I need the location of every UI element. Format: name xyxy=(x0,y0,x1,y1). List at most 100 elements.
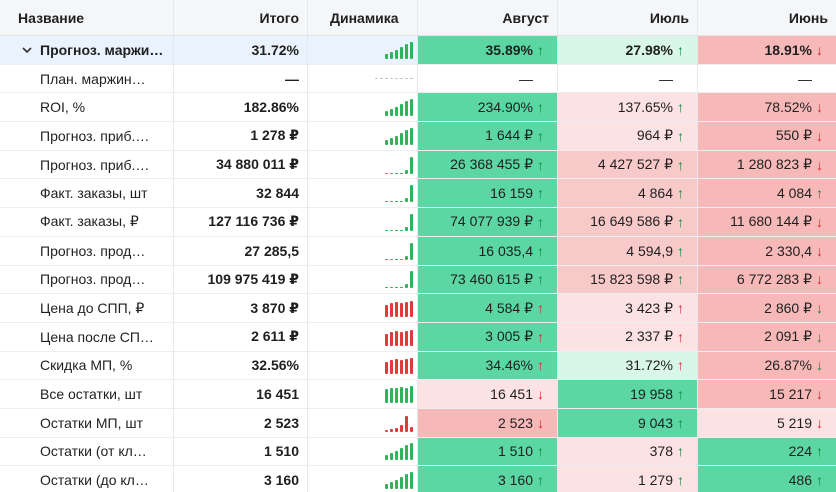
sparkline-bar xyxy=(395,135,398,145)
table-row[interactable]: ROI, % 182.86% 234.90% ↑ 137.65% ↑ 78.52% ↓ xyxy=(0,93,836,123)
row-month-cell: 15 823 598 ₽ ↑ xyxy=(558,265,698,294)
sparkline-bar xyxy=(390,428,393,432)
arrow-up-icon: ↑ xyxy=(537,300,544,317)
sparkline-bar xyxy=(405,43,408,59)
table-row[interactable]: Все остатки, шт 16 451 16 451 ↓ 19 958 ↑ 15 21… xyxy=(0,380,836,409)
table-row[interactable]: Остатки (до кл… 3 160 3 160 ↑ 1 279 ↑ 486 ↑ xyxy=(0,466,836,492)
sparkline-bar xyxy=(395,427,398,432)
arrow-up-icon: ↑ xyxy=(677,386,684,403)
row-month-cell: 16 159 ↑ xyxy=(418,179,558,208)
arrow-down-icon: ↓ xyxy=(816,242,823,259)
column-header-july[interactable]: Июль xyxy=(558,0,698,35)
table-row[interactable]: Скидка МП, % 32.56% 34.46% ↑ 31.72% ↑ 26.87% ↓ xyxy=(0,351,836,381)
column-header-name[interactable]: Название xyxy=(0,0,174,35)
cell-value: 16 159 xyxy=(490,185,533,202)
row-dynamics-cell xyxy=(308,380,418,408)
column-header-dynamics[interactable]: Динамика xyxy=(308,0,418,35)
row-month-cell: 27.98% ↑ xyxy=(558,36,698,64)
sparkline-bar xyxy=(400,201,403,203)
sparkline-bar xyxy=(410,242,413,260)
sparkline-bar xyxy=(405,388,408,404)
row-month-cell: 137.65% ↑ xyxy=(558,93,698,122)
cell-value: 2 337 ₽ xyxy=(625,328,673,345)
sparkline-bar xyxy=(385,429,388,432)
arrow-down-icon: ↓ xyxy=(537,414,544,431)
cell-value: 18.91% xyxy=(764,41,812,58)
table-row[interactable]: Прогноз. маржи… 31.72% 35.89% ↑ 27.98% ↑ 18.91… xyxy=(0,36,836,65)
arrow-down-icon: ↓ xyxy=(816,213,823,230)
row-name-cell: Все остатки, шт xyxy=(0,380,174,408)
sparkline xyxy=(385,41,413,59)
sparkline-bar xyxy=(390,258,393,260)
row-name-cell: Скидка МП, % xyxy=(0,351,174,380)
row-month-cell: 2 523 ↓ xyxy=(418,408,558,437)
row-month-cell: 234.90% ↑ xyxy=(418,93,558,122)
chevron-down-icon[interactable] xyxy=(20,43,34,57)
table-row[interactable]: Остатки МП, шт 2 523 2 523 ↓ 9 043 ↑ 5 219 ↓ xyxy=(0,408,836,438)
sparkline-bar xyxy=(400,46,403,59)
sparkline-bar xyxy=(385,287,388,289)
row-month-cell: 34.46% ↑ xyxy=(418,351,558,380)
sparkline xyxy=(385,242,413,260)
cell-value: 15 217 xyxy=(769,386,812,403)
row-month-cell: 78.52% ↓ xyxy=(698,93,836,122)
row-dynamics-cell xyxy=(308,179,418,208)
arrow-up-icon: ↑ xyxy=(537,242,544,259)
arrow-down-icon: ↓ xyxy=(816,41,823,58)
column-header-june[interactable]: Июнь xyxy=(698,0,836,35)
row-total-cell: 32 844 xyxy=(174,179,308,208)
table-row[interactable]: Прогноз. прод… 27 285,5 16 035,4 ↑ 4 594,9 ↑ 2… xyxy=(0,236,836,266)
sparkline-bar xyxy=(390,229,393,231)
arrow-up-icon: ↑ xyxy=(537,328,544,345)
row-name-label: Все остатки, шт xyxy=(40,386,143,403)
cell-value: 964 ₽ xyxy=(636,127,673,144)
table-row[interactable]: Цена до СПП, ₽3 870 ₽4 584 ₽ ↑ 3 423 ₽ ↑ 2 8… xyxy=(0,294,836,323)
arrow-up-icon: ↑ xyxy=(677,472,684,489)
arrow-down-icon: ↓ xyxy=(816,357,823,374)
row-month-cell: 74 077 939 ₽ ↑ xyxy=(418,208,558,236)
sparkline-bar xyxy=(405,474,408,490)
cell-value: 19 958 xyxy=(630,386,673,403)
cell-value: 27.98% xyxy=(625,41,673,58)
row-name-label: Прогноз. приб.… xyxy=(40,156,150,173)
row-month-cell: 2 337 ₽ ↑ xyxy=(558,322,698,351)
row-dynamics-cell xyxy=(308,408,418,437)
table-row[interactable]: Факт. заказы, ₽ 127 116 736 ₽ 74 077 939 ₽… xyxy=(0,208,836,237)
row-dynamics-cell xyxy=(308,208,418,236)
sparkline-bar xyxy=(405,129,408,145)
row-total-cell: 3 160 xyxy=(174,466,308,492)
table-row[interactable]: Прогноз. приб.… 1 278 ₽1 644 ₽ ↑ 964 ₽ ↑ 550 … xyxy=(0,122,836,151)
table-row[interactable]: Факт. заказы, шт 32 844 16 159 ↑ 4 864 ↑ 4 084… xyxy=(0,179,836,209)
table-row[interactable]: Остатки (от кл… 1 510 1 510 ↑ 378 ↑ 224 ↑ xyxy=(0,437,836,467)
sparkline-bar xyxy=(385,258,388,260)
cell-value: 2 523 xyxy=(497,414,533,431)
sparkline-bar xyxy=(390,109,393,117)
row-month-cell: 19 958 ↑ xyxy=(558,380,698,408)
cell-value: 16 649 586 ₽ xyxy=(590,213,673,230)
row-name-cell: Остатки МП, шт xyxy=(0,408,174,437)
arrow-up-icon: ↑ xyxy=(677,271,684,288)
sparkline-bar xyxy=(390,287,393,289)
sparkline-bar xyxy=(390,137,393,145)
sparkline xyxy=(385,414,413,432)
arrow-up-icon: ↑ xyxy=(677,99,684,116)
arrow-up-icon: ↑ xyxy=(677,242,684,259)
sparkline-bar xyxy=(395,302,398,318)
row-name-cell: Прогноз. приб.… xyxy=(0,150,174,179)
arrow-down-icon: ↓ xyxy=(816,328,823,345)
row-dynamics-cell xyxy=(308,294,418,322)
sparkline-bar xyxy=(410,271,413,289)
column-header-total[interactable]: Итого xyxy=(174,0,308,35)
row-month-cell: 3 160 ↑ xyxy=(418,466,558,492)
sparkline xyxy=(385,270,413,289)
sparkline-bar xyxy=(410,386,413,404)
sparkline-bar xyxy=(400,258,403,260)
row-name-label: Факт. заказы, ₽ xyxy=(40,213,139,230)
table-row[interactable]: Прогноз. приб.… 34 880 011 ₽26 368 455 ₽ ↑… xyxy=(0,150,836,180)
row-month-cell: — xyxy=(558,64,698,93)
table-row[interactable]: План. маржин… — — — — xyxy=(0,64,836,94)
row-name-label: Цена после СП… xyxy=(40,328,154,345)
table-row[interactable]: Прогноз. прод… 109 975 419 ₽73 460 615 ₽ ↑… xyxy=(0,265,836,295)
column-header-august[interactable]: Август xyxy=(418,0,558,35)
table-row[interactable]: Цена после СП… 2 611 ₽3 005 ₽ ↑ 2 337 ₽ ↑ 2 0… xyxy=(0,322,836,352)
